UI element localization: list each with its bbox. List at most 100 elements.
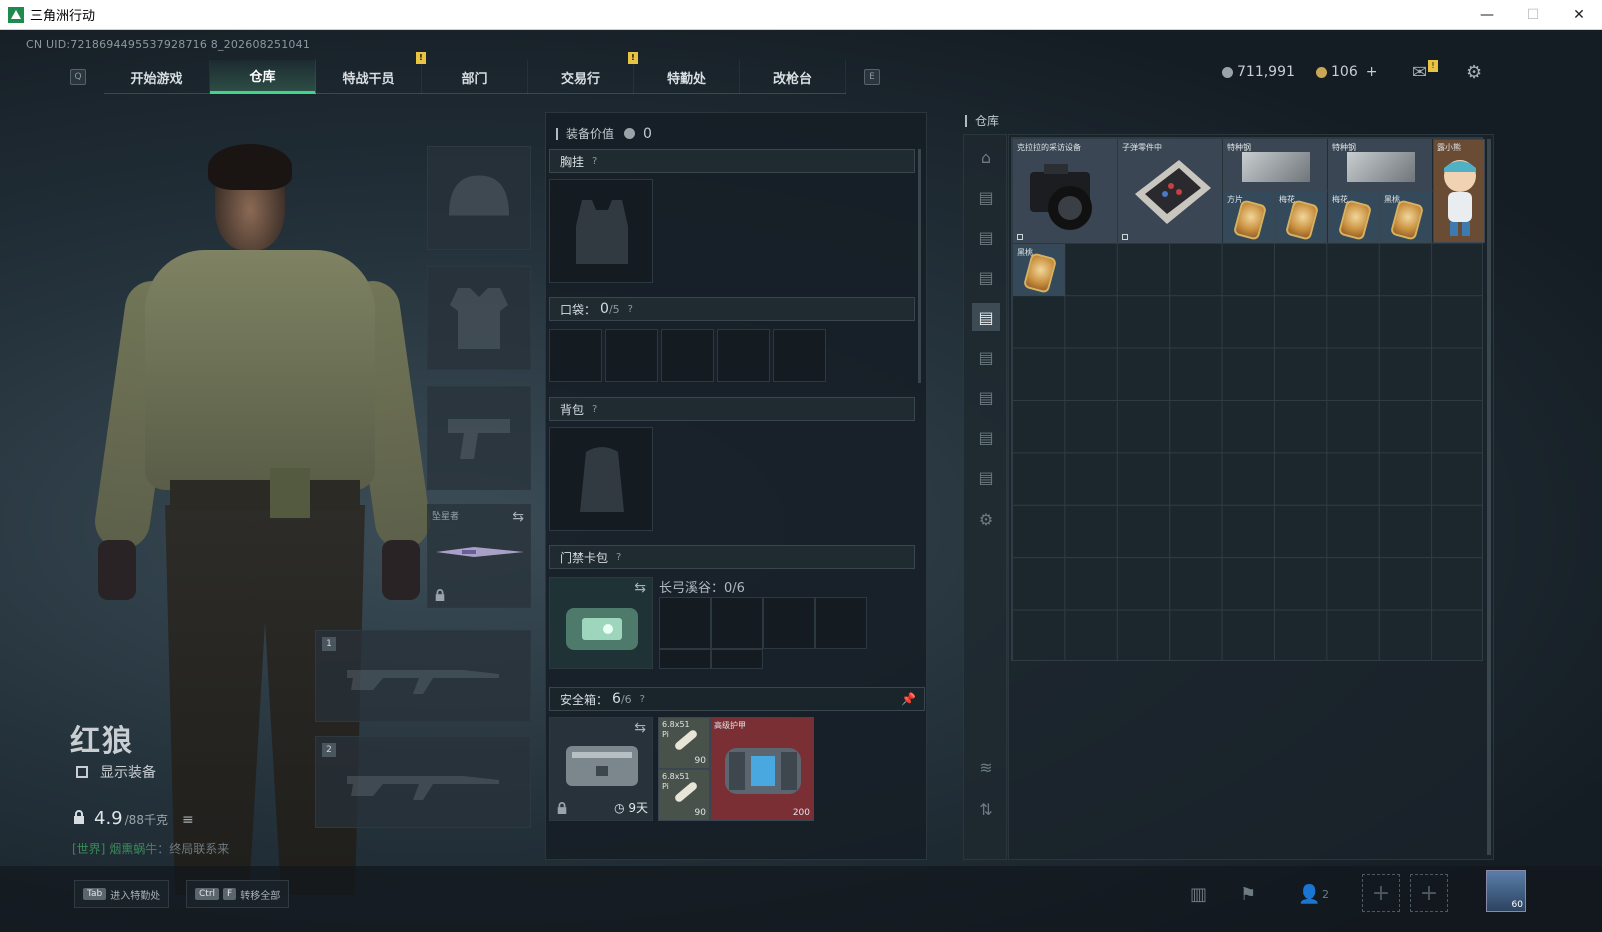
stats-chart-icon[interactable]: ▥ <box>1190 884 1207 905</box>
invite-slot-button[interactable]: + <box>1410 874 1448 912</box>
avatar[interactable]: 60 <box>1486 870 1526 912</box>
pocket-slot[interactable] <box>661 329 714 382</box>
uid-label: CN UID:7218694495537928716 8_20260825104… <box>26 38 311 51</box>
ammo-parts-item[interactable]: 子弹零件中 <box>1118 139 1222 243</box>
tab-start-game[interactable]: 开始游戏 <box>104 60 210 94</box>
keycard-slot[interactable] <box>659 649 711 669</box>
playing-card-icon <box>1389 199 1425 241</box>
body-armor-slot[interactable] <box>427 266 531 370</box>
playing-card-icon <box>1337 199 1373 241</box>
safebox-slot[interactable]: ⇆ ◷ 9天 <box>549 717 653 821</box>
silver-coin-icon <box>1222 66 1233 78</box>
help-icon[interactable]: ? <box>640 694 645 705</box>
pocket-slot[interactable] <box>773 329 826 382</box>
card-item[interactable]: 黑桃 <box>1013 244 1065 296</box>
sort-icon[interactable]: ⇅ <box>972 795 1000 823</box>
stash-page-icon[interactable]: ▤ <box>972 463 1000 491</box>
helmet-slot[interactable] <box>427 146 531 250</box>
mail-icon[interactable]: ✉ <box>1412 62 1427 83</box>
armor-bag-icon <box>725 748 801 794</box>
invite-slot-button[interactable]: + <box>1362 874 1400 912</box>
maximize-button[interactable]: ☐ <box>1510 0 1556 30</box>
stash-scrollbar[interactable] <box>1487 139 1491 855</box>
chest-rig-icon <box>576 200 628 264</box>
tab-trading[interactable]: 交易行 <box>528 60 634 94</box>
help-icon[interactable]: ? <box>592 156 597 167</box>
pistol-slot[interactable] <box>427 386 531 490</box>
layers-icon[interactable]: ≋ <box>972 753 1000 781</box>
camera-item[interactable]: 克拉拉的采访设备 <box>1013 139 1117 243</box>
keycard-slot[interactable] <box>763 597 815 649</box>
stash-page-icon[interactable]: ▤ <box>972 183 1000 211</box>
help-icon[interactable]: ? <box>592 404 597 415</box>
primary-weapon-slot[interactable]: 1 <box>315 630 531 722</box>
melee-weapon-icon <box>436 547 524 557</box>
pocket-slot[interactable] <box>549 329 602 382</box>
card-item[interactable]: 梅花 <box>1275 191 1327 243</box>
loadout-panel: 装备价值 0 胸挂? 口袋： 0/5? 背包? 门禁卡包? ⇆ 长弓溪谷：0/6… <box>545 112 927 860</box>
show-gear-toggle[interactable]: 显示装备 <box>76 762 156 782</box>
keycard-slot[interactable] <box>659 597 711 649</box>
loadout-scrollbar[interactable] <box>918 149 921 383</box>
stash-page-icon[interactable]: ▤ <box>972 223 1000 251</box>
pocket-slot[interactable] <box>717 329 770 382</box>
armor-item[interactable]: 高级护甲 200 <box>710 717 814 821</box>
tab-special-ops[interactable]: 特勤处 ! <box>628 52 740 94</box>
stash-panel: 克拉拉的采访设备 子弹零件中 特种钢 特种钢 露小熊 方片 梅花 梅花 黑桃 黑… <box>1008 134 1494 860</box>
safebox-icon <box>566 746 638 786</box>
melee-slot[interactable]: 坠星者 ⇆ <box>427 504 531 608</box>
tab-operators[interactable]: 特战干员 <box>316 60 422 94</box>
card-item[interactable]: 梅花 <box>1328 191 1380 243</box>
stash-settings-icon[interactable]: ⚙ <box>972 505 1000 533</box>
window-title: 三角洲行动 <box>30 9 96 24</box>
add-currency-button[interactable]: + <box>1366 64 1378 80</box>
tab-gunsmith[interactable]: 改枪台 <box>740 60 846 94</box>
chest-rig-slot[interactable] <box>549 179 653 283</box>
chat-line[interactable]: [世界] 烟熏蜗牛：终局联系来 <box>72 840 229 857</box>
nav-right-key[interactable]: E <box>864 69 880 85</box>
tab-department[interactable]: 部门 ! <box>416 52 528 94</box>
backpack-slot[interactable] <box>549 427 653 531</box>
keycard-slot[interactable] <box>711 597 763 649</box>
nav-left-key[interactable]: Q <box>70 69 86 85</box>
list-icon[interactable]: ≡ <box>182 812 194 828</box>
stash-page-icon[interactable]: ▤ <box>972 423 1000 451</box>
swap-icon[interactable]: ⇆ <box>512 509 524 525</box>
doll-item[interactable]: 露小熊 <box>1433 139 1485 243</box>
stash-page-icon[interactable]: ▤ <box>972 303 1000 331</box>
game-scene: CN UID:7218694495537928716 8_20260825104… <box>0 30 1602 932</box>
pocket-slot[interactable] <box>605 329 658 382</box>
friends-icon[interactable]: 👤 <box>1298 884 1320 905</box>
ammo-item[interactable]: 6.8x51 Pi 90 <box>658 717 710 769</box>
stash-home-icon[interactable]: ⌂ <box>972 143 1000 171</box>
doll-icon <box>1444 160 1476 236</box>
secondary-weapon-slot[interactable]: 2 <box>315 736 531 828</box>
minimize-button[interactable]: — <box>1464 0 1510 30</box>
stash-page-icon[interactable]: ▤ <box>972 343 1000 371</box>
main-nav: Q 开始游戏 仓库 特战干员 部门 ! 交易行 特勤处 ! 改枪台 E <box>70 52 880 94</box>
pin-icon[interactable]: 📌 <box>901 692 916 706</box>
swap-icon[interactable]: ⇆ <box>634 720 646 736</box>
flag-icon[interactable]: ⚑ <box>1240 884 1256 905</box>
help-icon[interactable]: ? <box>628 304 633 315</box>
transfer-all-hint[interactable]: Ctrl F 转移全部 <box>186 880 290 908</box>
keycard-case-slot[interactable]: ⇆ <box>549 577 653 669</box>
card-item[interactable]: 黑桃 <box>1380 191 1432 243</box>
steel-item[interactable]: 特种钢 <box>1328 139 1432 191</box>
swap-icon[interactable]: ⇆ <box>634 580 646 596</box>
keycard-slot[interactable] <box>815 597 867 649</box>
steel-item[interactable]: 特种钢 <box>1223 139 1327 191</box>
keycard-slot[interactable] <box>711 649 763 669</box>
stash-page-icon[interactable]: ▤ <box>972 263 1000 291</box>
card-item[interactable]: 方片 <box>1223 191 1275 243</box>
safebox-timer: ◷ 9天 <box>614 801 648 815</box>
show-gear-checkbox[interactable] <box>76 766 88 778</box>
tab-warehouse[interactable]: 仓库 <box>210 60 316 94</box>
helmet-icon <box>449 175 509 216</box>
gear-icon[interactable]: ⚙ <box>1466 62 1482 83</box>
ammo-item[interactable]: 6.8x51 Pi 90 <box>658 769 710 821</box>
help-icon[interactable]: ? <box>616 552 621 563</box>
stash-page-icon[interactable]: ▤ <box>972 383 1000 411</box>
enter-special-ops-hint[interactable]: Tab 进入特勤处 <box>74 880 170 908</box>
close-button[interactable]: ✕ <box>1556 0 1602 30</box>
